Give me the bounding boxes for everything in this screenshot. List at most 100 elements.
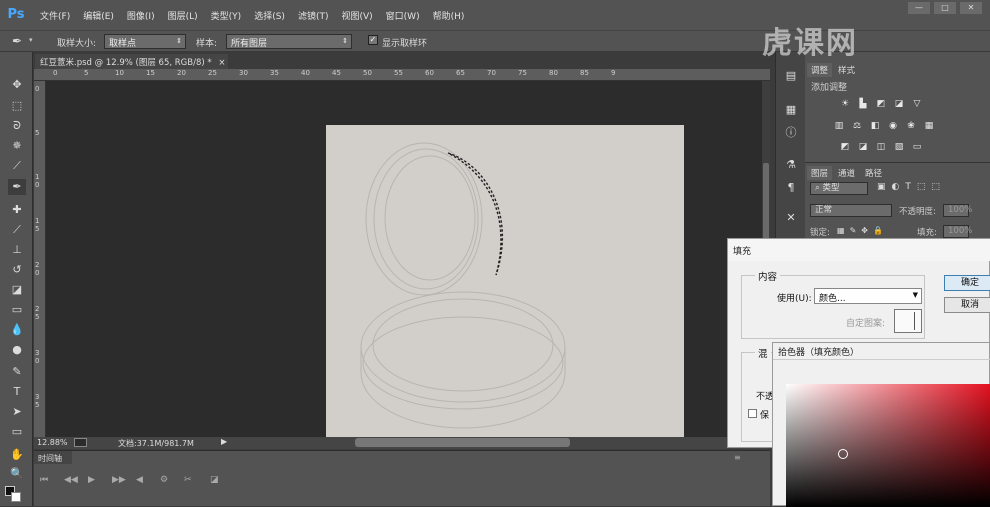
tab-styles[interactable]: 样式 [834,63,859,77]
zoom-tool-icon[interactable]: 🔍 [8,466,26,482]
horizontal-scroll-thumb[interactable] [355,438,570,447]
blend-mode-select[interactable]: 正常 [810,204,892,217]
clone-stamp-icon[interactable]: ⊥ [8,242,26,258]
saturation-brightness-field[interactable] [786,384,990,507]
tab-channels[interactable]: 通道 [834,166,859,180]
export-icon[interactable] [74,438,87,447]
healing-brush-icon[interactable]: ✚ [8,202,26,218]
menu-select[interactable]: 选择(S) [254,9,285,22]
split-scissors-icon[interactable]: ✂ [184,475,192,485]
channel-mixer-icon[interactable]: ❀ [905,121,917,132]
lock-all-icon[interactable]: 🔒 [873,226,883,235]
brush-presets-icon[interactable]: ⚗ [782,157,800,173]
blur-tool-icon[interactable]: 💧 [8,322,26,338]
pen-tool-icon[interactable]: ✎ [8,364,26,380]
image-filter-icon[interactable]: ▣ [877,182,886,192]
timeline-tab[interactable]: 时间轴 [34,451,72,464]
panel-menu-icon[interactable]: ≡ [734,453,741,462]
tools-preset-icon[interactable]: ✕ [782,210,800,226]
pattern-picker[interactable] [894,309,922,333]
show-ring-checkbox[interactable]: ✓ [368,35,378,46]
vibrance-icon[interactable]: ▽ [911,99,923,110]
color-picker-ring[interactable] [838,449,848,459]
minimize-button[interactable]: — [908,2,930,14]
move-tool-icon[interactable]: ✥ [8,77,26,93]
paragraph-icon[interactable]: ¶ [782,180,800,196]
shape-filter-icon[interactable]: ⬚ [917,182,926,192]
settings-icon[interactable]: ⚙ [160,475,168,485]
exposure-icon[interactable]: ◪ [893,99,905,110]
close-icon[interactable]: × [218,58,225,68]
photo-filter-icon[interactable]: ◉ [887,121,899,132]
brush-tool-icon[interactable]: ⟋ [8,222,26,238]
close-button[interactable]: ✕ [960,2,982,14]
eraser-tool-icon[interactable]: ◪ [8,282,26,298]
fill-input[interactable]: 100% [943,225,972,238]
play-icon[interactable]: ▶ [88,475,95,485]
prev-frame-icon[interactable]: ◀◀ [64,475,78,485]
selective-color-icon[interactable]: ▧ [893,142,905,153]
background-color-swatch[interactable] [11,492,21,502]
marquee-tool-icon[interactable]: ⬚ [8,98,26,114]
menu-image[interactable]: 图像(I) [127,9,155,22]
layer-filter-select[interactable]: ⌕ 类型 [810,182,868,195]
type-tool-icon[interactable]: T [8,384,26,400]
tab-layers[interactable]: 图层 [807,166,833,180]
info-icon[interactable]: ⓘ [782,125,800,141]
smart-filter-icon[interactable]: ⬚ [931,182,940,192]
use-select[interactable]: 颜色... ▼ [814,288,922,304]
rectangle-tool-icon[interactable]: ▭ [8,424,26,440]
type-filter-icon[interactable]: T [905,182,911,192]
preserve-transparency-checkbox[interactable] [748,409,757,418]
lock-transparent-icon[interactable]: ▦ [837,226,845,235]
brightness-icon[interactable]: ☀ [839,99,851,110]
menu-window[interactable]: 窗口(W) [386,9,420,22]
dodge-tool-icon[interactable]: ● [8,342,26,358]
gradient-map-icon[interactable]: ▭ [911,142,923,153]
menu-type[interactable]: 类型(Y) [211,9,242,22]
eyedropper-tool-icon[interactable]: ✒ [8,179,26,195]
levels-icon[interactable]: ▙ [857,99,869,110]
first-frame-icon[interactable]: ⏮ [40,475,48,485]
eyedropper-preset-icon[interactable]: ✒ [12,34,22,48]
tab-paths[interactable]: 路径 [861,166,886,180]
sample-size-select[interactable]: 取样点 ⇕ [104,34,186,49]
threshold-icon[interactable]: ◫ [875,142,887,153]
black-white-icon[interactable]: ◧ [869,121,881,132]
magic-wand-icon[interactable]: ✵ [8,138,26,154]
menu-layer[interactable]: 图层(L) [168,9,198,22]
audio-icon[interactable]: ◀ [136,475,143,485]
crop-tool-icon[interactable]: ⟋ [8,158,26,174]
menu-filter[interactable]: 滤镜(T) [298,9,329,22]
color-lookup-icon[interactable]: ▦ [923,121,935,132]
menu-edit[interactable]: 编辑(E) [83,9,114,22]
menu-view[interactable]: 视图(V) [341,9,372,22]
opacity-input[interactable]: 100% [943,204,972,217]
lock-paint-icon[interactable]: ✎ [850,226,857,235]
tab-adjustments[interactable]: 调整 [807,63,833,77]
gradient-tool-icon[interactable]: ▭ [8,302,26,318]
color-balance-icon[interactable]: ⚖ [851,121,863,132]
next-frame-icon[interactable]: ▶▶ [112,475,126,485]
properties-icon[interactable]: ▦ [782,102,800,118]
lock-move-icon[interactable]: ✥ [861,226,868,235]
sample-select[interactable]: 所有图层 ⇕ [226,34,352,49]
cancel-button[interactable]: 取消 [944,297,990,313]
chevron-down-icon[interactable]: ▾ [29,36,33,44]
play-arrow-icon[interactable]: ▶ [221,437,227,446]
zoom-level[interactable]: 12.88% [37,438,68,447]
document-tab[interactable]: 红豆薏米.psd @ 12.9% (图层 65, RGB/8) * × [35,54,228,69]
menu-file[interactable]: 文件(F) [40,9,70,22]
history-icon[interactable]: ▤ [782,68,800,84]
adjustment-filter-icon[interactable]: ◐ [892,182,900,192]
maximize-button[interactable]: □ [934,2,956,14]
menu-help[interactable]: 帮助(H) [433,9,465,22]
invert-icon[interactable]: ◩ [839,142,851,153]
ok-button[interactable]: 确定 [944,275,990,291]
curves-icon[interactable]: ◩ [875,99,887,110]
posterize-icon[interactable]: ◪ [857,142,869,153]
lasso-tool-icon[interactable]: ᘐ [8,118,26,134]
path-select-icon[interactable]: ➤ [8,404,26,420]
transition-icon[interactable]: ◪ [210,475,219,485]
hand-tool-icon[interactable]: ✋ [8,447,26,463]
